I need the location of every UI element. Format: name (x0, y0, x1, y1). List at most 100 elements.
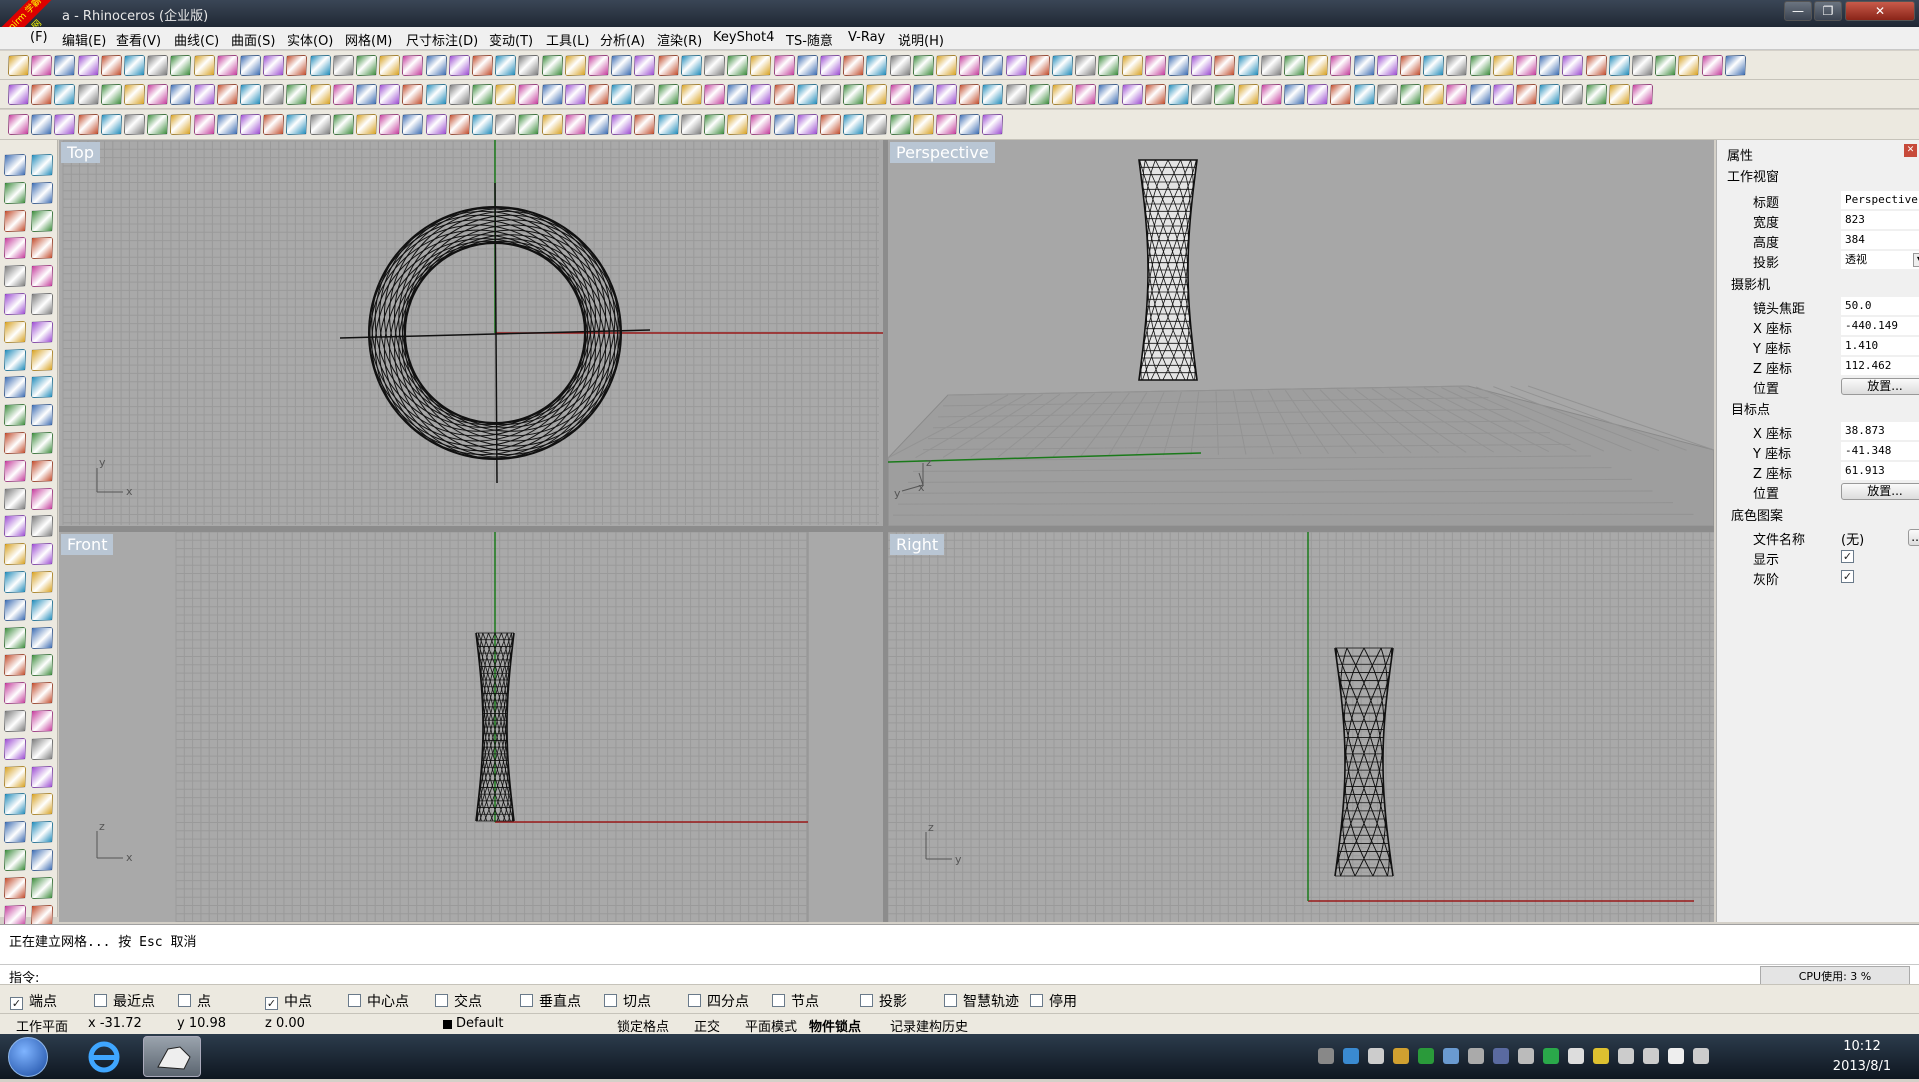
toolbar-tool-icon[interactable] (1098, 55, 1120, 76)
toolbar-tool-icon[interactable] (425, 84, 447, 105)
toolbar-tool-icon[interactable] (611, 55, 633, 76)
toolbar-tool-icon[interactable] (216, 114, 238, 135)
rhino-app-icon[interactable] (143, 1036, 201, 1077)
osnap-checkbox[interactable]: ✓ (265, 997, 278, 1010)
osnap-checkbox[interactable] (435, 994, 448, 1007)
internet-explorer-icon[interactable] (75, 1036, 133, 1077)
toolbar-tool-icon[interactable] (77, 84, 99, 105)
toolbar-tool-icon[interactable] (541, 84, 563, 105)
toolbar-tool-icon[interactable] (982, 55, 1004, 76)
toolbar-tool-icon[interactable] (866, 114, 888, 135)
osnap-0[interactable]: ✓ 端点 (10, 991, 57, 1011)
left-tool-icon[interactable] (31, 487, 53, 510)
toolbar-tool-icon[interactable] (170, 55, 192, 76)
toolbar-tool-icon[interactable] (170, 84, 192, 105)
left-tool-icon[interactable] (4, 571, 26, 593)
toolbar-tool-icon[interactable] (750, 84, 772, 105)
tray-icon[interactable] (1368, 1048, 1384, 1064)
toolbar-tool-icon[interactable] (866, 55, 888, 76)
toolbar-tool-icon[interactable] (611, 84, 633, 105)
osnap-2[interactable]: 点 (178, 991, 211, 1011)
viewport-label-top[interactable]: Top (61, 142, 100, 163)
grid-snap-toggle[interactable]: 锁定格点 (617, 1016, 669, 1035)
toolbar-tool-icon[interactable] (495, 84, 517, 105)
toolbar-tool-icon[interactable] (773, 55, 795, 76)
toolbar-tool-icon[interactable] (1237, 84, 1259, 105)
toolbar-tool-icon[interactable] (356, 84, 377, 105)
toolbar-tool-icon[interactable] (704, 84, 725, 105)
left-tool-icon[interactable] (4, 348, 26, 371)
menu-render[interactable]: 渲染(R) (657, 30, 702, 49)
toolbar-tool-icon[interactable] (147, 84, 169, 105)
osnap-checkbox[interactable] (772, 994, 785, 1007)
toolbar-tool-icon[interactable] (727, 55, 749, 76)
toolbar-tool-icon[interactable] (309, 55, 331, 76)
toolbar-tool-icon[interactable] (1469, 55, 1491, 76)
osnap-9[interactable]: 节点 (772, 991, 819, 1011)
toolbar-tool-icon[interactable] (704, 114, 725, 135)
left-tool-icon[interactable] (31, 432, 53, 454)
tray-icon[interactable] (1443, 1048, 1459, 1064)
menu-vray[interactable]: V-Ray (848, 30, 885, 45)
left-tool-icon[interactable] (31, 710, 53, 732)
left-tool-icon[interactable] (4, 849, 26, 871)
toolbar-tool-icon[interactable] (1052, 84, 1073, 105)
toolbar-tool-icon[interactable] (1121, 84, 1143, 105)
toolbar-tool-icon[interactable] (170, 114, 192, 135)
left-tool-icon[interactable] (4, 265, 26, 288)
left-tool-icon[interactable] (31, 737, 53, 760)
tray-icon[interactable] (1543, 1048, 1559, 1064)
toolbar-tool-icon[interactable] (1214, 55, 1236, 76)
toolbar-tool-icon[interactable] (402, 55, 424, 76)
toolbar-tool-icon[interactable] (1028, 55, 1050, 76)
left-tool-icon[interactable] (31, 793, 53, 816)
toolbar-tool-icon[interactable] (100, 55, 122, 76)
left-tool-icon[interactable] (31, 376, 53, 399)
toolbar-tool-icon[interactable] (1330, 55, 1352, 76)
left-tool-icon[interactable] (4, 710, 26, 732)
toolbar-tool-icon[interactable] (1492, 84, 1514, 105)
toolbar-tool-icon[interactable] (263, 84, 285, 105)
toolbar-tool-icon[interactable] (1168, 55, 1189, 76)
left-tool-icon[interactable] (4, 237, 26, 260)
osnap-checkbox[interactable] (520, 994, 533, 1007)
tray-icon[interactable] (1393, 1048, 1409, 1064)
toolbar-tool-icon[interactable] (796, 55, 818, 76)
toolbar-tool-icon[interactable] (124, 84, 145, 105)
toolbar-tool-icon[interactable] (1608, 84, 1630, 105)
toolbar-tool-icon[interactable] (1492, 55, 1514, 76)
viewport-label-front[interactable]: Front (61, 534, 114, 555)
left-tool-icon[interactable] (4, 209, 26, 232)
left-tool-icon[interactable] (31, 543, 53, 566)
toolbar-tool-icon[interactable] (1214, 84, 1236, 105)
toolbar-tool-icon[interactable] (54, 55, 76, 76)
toolbar-tool-icon[interactable] (1144, 84, 1166, 105)
tray-icon[interactable] (1618, 1048, 1634, 1064)
camera-place-button[interactable]: 放置... (1841, 378, 1919, 395)
toolbar-tool-icon[interactable] (1701, 55, 1723, 76)
toolbar-tool-icon[interactable] (843, 114, 865, 135)
left-tool-icon[interactable] (4, 737, 26, 760)
viewport-label-perspective[interactable]: Perspective (890, 142, 995, 163)
history-toggle[interactable]: 记录建构历史 (890, 1016, 968, 1035)
menu-file[interactable]: (F) (30, 30, 48, 45)
toolbar-tool-icon[interactable] (959, 55, 981, 76)
tray-icon[interactable] (1693, 1048, 1709, 1064)
toolbar-tool-icon[interactable] (1562, 84, 1584, 105)
left-tool-icon[interactable] (4, 821, 26, 844)
viewport-top[interactable]: y x Top (59, 140, 883, 526)
menu-solid[interactable]: 实体(O) (287, 30, 333, 49)
tray-icon[interactable] (1568, 1048, 1584, 1064)
osnap-7[interactable]: 切点 (604, 991, 651, 1011)
close-button[interactable]: ✕ (1845, 1, 1915, 21)
toolbar-tool-icon[interactable] (680, 114, 702, 135)
toolbar-tool-icon[interactable] (100, 114, 122, 135)
planar-toggle[interactable]: 平面模式 (745, 1016, 797, 1035)
left-tool-icon[interactable] (31, 598, 53, 621)
left-tool-icon[interactable] (31, 654, 53, 677)
viewport-label-right[interactable]: Right (890, 534, 945, 555)
left-tool-icon[interactable] (31, 265, 53, 288)
osnap-checkbox[interactable] (604, 994, 617, 1007)
toolbar-tool-icon[interactable] (1330, 84, 1352, 105)
left-tool-icon[interactable] (31, 821, 53, 844)
